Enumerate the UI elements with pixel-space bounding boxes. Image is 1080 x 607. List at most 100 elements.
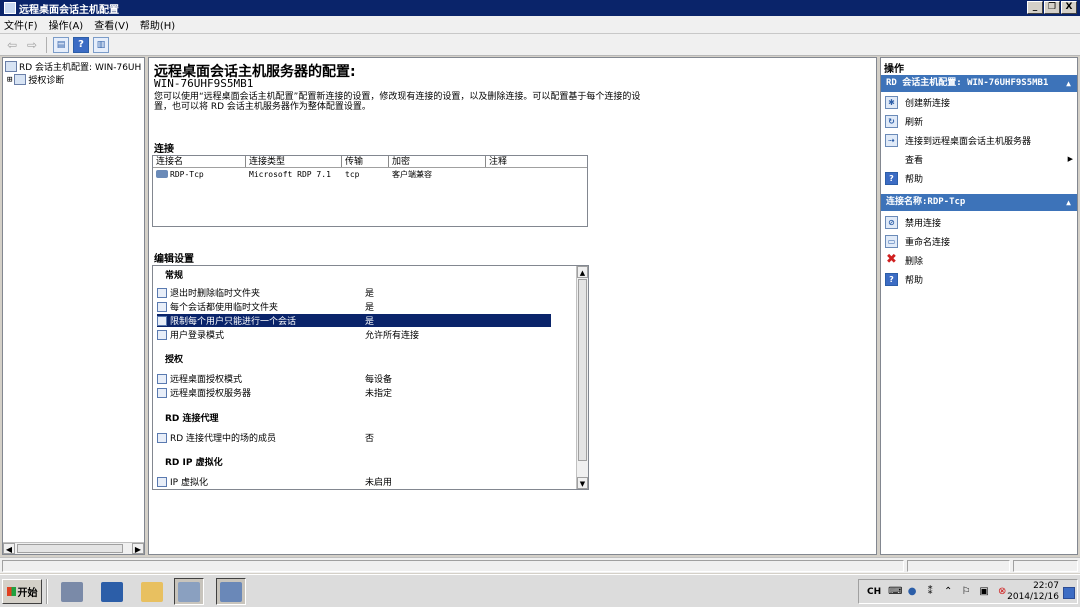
server-manager-app[interactable] (57, 578, 87, 605)
column-header[interactable]: 连接类型 (246, 156, 342, 167)
network-icon[interactable]: ▣ (978, 586, 990, 598)
setting-label: 每个会话都使用临时文件夹 (170, 303, 279, 313)
keyboard-icon[interactable]: ⌨ (888, 586, 902, 598)
start-button[interactable]: 开始 (2, 579, 42, 604)
rename-icon: ▭ (885, 234, 898, 248)
expand-icon[interactable]: ⊞ (7, 75, 12, 85)
connection-transport: tcp (345, 169, 360, 179)
action-label: 帮助 (905, 174, 924, 185)
back-arrow-icon[interactable]: ⇦ (4, 37, 20, 53)
setting-row[interactable]: IP 虚拟化 未启用 (157, 475, 551, 488)
column-header[interactable]: 连接名 (153, 156, 246, 167)
action-view[interactable]: 查看 ▶ (885, 150, 1075, 168)
help-icon: ? (885, 272, 898, 286)
actions-group-header-connection[interactable]: 连接名称:RDP-Tcp ▲ (881, 194, 1077, 211)
action-create-connection[interactable]: ✱ 创建新连接 (885, 93, 1075, 111)
action-help[interactable]: ? 帮助 (885, 169, 1075, 187)
rds-manager-icon (178, 581, 200, 602)
column-header[interactable]: 传输 (342, 156, 389, 167)
horizontal-scrollbar[interactable]: ◀ ▶ (3, 542, 144, 554)
vertical-scrollbar[interactable]: ▲ ▼ (576, 266, 588, 489)
setting-row[interactable]: 远程桌面授权模式 每设备 (157, 372, 551, 385)
restore-button[interactable]: ❐ (1044, 1, 1060, 14)
action-label: 帮助 (905, 275, 924, 286)
action-rename-connection[interactable]: ▭ 重命名连接 (885, 232, 1075, 250)
setting-label: 远程桌面授权服务器 (170, 389, 252, 399)
folder-icon (141, 581, 163, 602)
help-icon: ? (885, 171, 898, 185)
property-icon (157, 373, 167, 384)
system-tray: CH ⌨ ● ⁑ ⌃ ⚐ ▣ ⊗ 22:07 2014/12/16 (858, 579, 1078, 604)
group-header-label: RD 会话主机配置: WIN-76UHF9S5MB1 (886, 78, 1049, 88)
table-row[interactable]: RDP-Tcp Microsoft RDP 7.1 tcp 客户端兼容 (153, 168, 587, 180)
setting-row[interactable]: 退出时删除临时文件夹 是 (157, 286, 551, 299)
scroll-thumb[interactable] (17, 544, 123, 553)
setting-row-selected[interactable]: 限制每个用户只能进行一个会话 是 (157, 314, 551, 327)
show-hide-console-tree-icon[interactable]: ▤ (53, 36, 69, 53)
collapse-icon[interactable]: ▲ (1066, 75, 1071, 92)
tree-node-licensing-diagnosis[interactable]: ⊞ 授权诊断 (7, 73, 64, 86)
action-disable-connection[interactable]: ⊘ 禁用连接 (885, 213, 1075, 231)
setting-row[interactable]: RD 连接代理中的场的成员 否 (157, 431, 551, 444)
scroll-up-arrow-icon[interactable]: ▲ (577, 266, 588, 278)
window-title: 远程桌面会话主机配置 (19, 4, 119, 16)
action-label: 查看 (905, 155, 924, 166)
action-help-connection[interactable]: ? 帮助 (885, 270, 1075, 288)
setting-row[interactable]: 每个会话都使用临时文件夹 是 (157, 300, 551, 313)
explorer-app[interactable] (137, 578, 167, 605)
minimize-button[interactable]: _ (1027, 1, 1043, 14)
action-delete[interactable]: ✖ 删除 (885, 251, 1075, 269)
clock[interactable]: 22:07 2014/12/16 (1007, 581, 1059, 603)
show-desktop-button[interactable] (1063, 587, 1075, 599)
scroll-down-arrow-icon[interactable]: ▼ (577, 477, 588, 489)
tree-node-rd-session-host[interactable]: RD 会话主机配置: WIN-76UH (5, 60, 141, 73)
setting-value: 是 (365, 303, 375, 313)
column-header[interactable]: 加密 (389, 156, 486, 167)
setting-value: 允许所有连接 (365, 331, 420, 341)
setting-row[interactable]: 远程桌面授权服务器 未指定 (157, 386, 551, 399)
console-tree: RD 会话主机配置: WIN-76UH ⊞ 授权诊断 ◀ ▶ (2, 57, 145, 555)
property-icon (157, 476, 167, 487)
main-pane: 远程桌面会话主机服务器的配置: WIN-76UHF9S5MB1 您可以使用“远程… (148, 57, 877, 555)
column-header[interactable]: 注释 (486, 156, 586, 167)
scroll-right-arrow-icon[interactable]: ▶ (132, 543, 144, 554)
refresh-icon: ↻ (885, 114, 898, 128)
rd-session-host-config-app[interactable] (216, 578, 246, 605)
windows-flag-icon (6, 587, 16, 596)
menu-action[interactable]: 操作(A) (49, 17, 84, 32)
language-indicator[interactable]: CH (867, 587, 881, 597)
remote-desktop-services-app[interactable] (174, 578, 204, 605)
powershell-app[interactable] (97, 578, 127, 605)
menu-view[interactable]: 查看(V) (94, 17, 129, 32)
category-general: 常规 (165, 271, 184, 281)
taskbar-separator (46, 579, 48, 604)
category-licensing: 授权 (165, 355, 184, 365)
server-name: WIN-76UHF9S5MB1 (154, 77, 254, 90)
action-label: 重命名连接 (905, 237, 951, 248)
close-button[interactable]: X (1061, 1, 1077, 14)
collapse-icon[interactable]: ▲ (1066, 194, 1071, 211)
toolbar-separator (46, 36, 47, 53)
tree-node-label: RD 会话主机配置: WIN-76UH (19, 63, 142, 73)
scroll-left-arrow-icon[interactable]: ◀ (3, 543, 15, 554)
show-hide-action-pane-icon[interactable]: ▥ (93, 36, 109, 53)
help-icon[interactable]: ? (73, 36, 89, 53)
forward-arrow-icon[interactable]: ⇨ (24, 37, 40, 53)
menu-file[interactable]: 文件(F) (4, 17, 38, 32)
action-connect-server[interactable]: ⇢ 连接到远程桌面会话主机服务器 (885, 131, 1075, 149)
connection-type: Microsoft RDP 7.1 (249, 169, 331, 179)
chevron-up-icon[interactable]: ⌃ (942, 586, 954, 598)
menu-help[interactable]: 帮助(H) (140, 17, 175, 32)
flag-icon[interactable]: ⚐ (960, 586, 972, 598)
action-refresh[interactable]: ↻ 刷新 (885, 112, 1075, 130)
actions-group-header-server[interactable]: RD 会话主机配置: WIN-76UHF9S5MB1 ▲ (881, 75, 1077, 92)
server-icon (5, 61, 17, 72)
setting-row[interactable]: 用户登录模式 允许所有连接 (157, 328, 551, 341)
property-icon (157, 329, 167, 340)
table-cell: RDP-Tcp (153, 170, 246, 179)
setting-label: RD 连接代理中的场的成员 (170, 434, 277, 444)
help-tray-icon[interactable]: ● (906, 586, 918, 598)
scroll-thumb[interactable] (578, 279, 587, 461)
property-icon (157, 301, 167, 312)
ime-options-icon[interactable]: ⁑ (924, 586, 936, 598)
